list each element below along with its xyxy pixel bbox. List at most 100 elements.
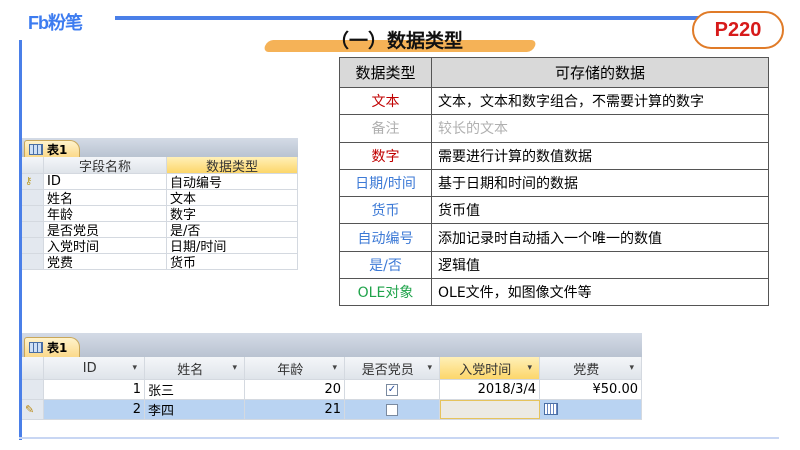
field-name[interactable]: 入党时间 xyxy=(44,238,167,253)
header-type: 数据类型 xyxy=(339,57,432,88)
design-header-row: 字段名称 数据类型 xyxy=(22,157,298,174)
field-name[interactable]: 党费 xyxy=(44,254,167,269)
design-view-window: 表1 字段名称 数据类型 ⚷ ID 自动编号 姓名 文本 年龄 数字 是否党员 是/否 入党时间日… xyxy=(22,138,298,278)
dropdown-arrow-icon[interactable]: ▾ xyxy=(332,363,341,373)
datasheet-row[interactable]: 1 张三 20 ✓ 2018/3/4 ¥50.00 xyxy=(22,380,642,400)
date-cell[interactable]: 2018/3/4 xyxy=(440,380,540,399)
type-cell: 备注 xyxy=(339,114,432,143)
desc-cell: 较长的文本 xyxy=(431,114,769,143)
field-type[interactable]: 货币 xyxy=(167,254,298,269)
field-type[interactable]: 自动编号 xyxy=(167,174,298,189)
type-cell: OLE对象 xyxy=(339,278,432,307)
datasheet-window: 表1 ID ▾ 姓名 ▾ 年龄 ▾ 是否党员 ▾ 入党时间 ▾ 党费 ▾ 1 张三 20 ✓ 2018/3/4… xyxy=(22,333,642,425)
member-checkbox[interactable] xyxy=(386,403,398,416)
row-selector[interactable] xyxy=(22,254,44,269)
id-cell[interactable]: 2 xyxy=(44,400,145,419)
name-cell[interactable]: 李四 xyxy=(145,400,245,419)
date-cell[interactable] xyxy=(440,400,540,419)
data-types-table: 数据类型 可存储的数据 文本 文本，文本和数字组合，不需要计算的数字 备注 较长的文本… xyxy=(339,57,769,307)
dropdown-arrow-icon[interactable]: ▾ xyxy=(132,363,141,373)
header-divider xyxy=(115,16,705,20)
age-cell[interactable]: 21 xyxy=(245,400,345,419)
column-label: 姓名 xyxy=(177,362,204,378)
edit-pencil-icon[interactable]: ✎ xyxy=(22,400,44,419)
column-header[interactable]: ID ▾ xyxy=(44,357,145,379)
column-label: 年龄 xyxy=(277,362,304,378)
column-header[interactable]: 是否党员 ▾ xyxy=(345,357,440,379)
design-row[interactable]: 党费 货币 xyxy=(22,254,298,270)
table-row: 备注 较长的文本 xyxy=(339,114,769,143)
datasheet-row[interactable]: ✎ 2 李四 21 xyxy=(22,400,642,420)
field-type[interactable]: 是/否 xyxy=(167,222,298,237)
slide-title: （一）数据类型 xyxy=(330,30,464,52)
column-header[interactable]: 党费 ▾ xyxy=(540,357,642,379)
row-selector[interactable] xyxy=(22,190,44,205)
table-tab[interactable]: 表1 xyxy=(24,140,81,157)
field-name[interactable]: 是否党员 xyxy=(44,222,167,237)
select-all[interactable] xyxy=(22,357,44,379)
table-header-row: 数据类型 可存储的数据 xyxy=(339,57,769,88)
primary-key-icon[interactable]: ⚷ xyxy=(22,174,44,189)
age-cell[interactable]: 20 xyxy=(245,380,345,399)
type-cell: 自动编号 xyxy=(339,223,432,252)
field-name[interactable]: ID xyxy=(44,174,167,189)
type-cell: 数字 xyxy=(339,141,432,170)
header-data-type: 数据类型 xyxy=(167,157,298,173)
table-row: 文本 文本，文本和数字组合，不需要计算的数字 xyxy=(339,86,769,116)
desc-cell: 基于日期和时间的数据 xyxy=(431,168,769,198)
datasheet-header-row: ID ▾ 姓名 ▾ 年龄 ▾ 是否党员 ▾ 入党时间 ▾ 党费 ▾ xyxy=(22,357,642,380)
table-tab[interactable]: 表1 xyxy=(24,337,81,357)
dropdown-arrow-icon[interactable]: ▾ xyxy=(629,363,638,373)
design-row-empty[interactable] xyxy=(22,270,298,286)
table-row: 日期/时间 基于日期和时间的数据 xyxy=(339,168,769,198)
row-selector[interactable] xyxy=(22,222,44,237)
table-row: 数字 需要进行计算的数值数据 xyxy=(339,141,769,170)
column-header[interactable]: 年龄 ▾ xyxy=(245,357,345,379)
design-row[interactable]: 入党时间 日期/时间 xyxy=(22,238,298,254)
column-label: ID xyxy=(82,360,97,376)
desc-cell: 货币值 xyxy=(431,196,769,225)
name-cell[interactable]: 张三 xyxy=(145,380,245,399)
member-checkbox[interactable]: ✓ xyxy=(386,383,398,396)
field-name[interactable]: 年龄 xyxy=(44,206,167,221)
row-selector[interactable] xyxy=(22,206,44,221)
fee-cell[interactable]: ¥50.00 xyxy=(540,380,642,399)
field-type[interactable]: 日期/时间 xyxy=(167,238,298,253)
header-desc: 可存储的数据 xyxy=(431,57,769,88)
column-header[interactable]: 姓名 ▾ xyxy=(145,357,245,379)
field-type[interactable]: 文本 xyxy=(167,190,298,205)
row-selector[interactable] xyxy=(22,157,44,173)
field-type[interactable]: 数字 xyxy=(167,206,298,221)
bottom-border xyxy=(19,437,779,439)
id-cell[interactable]: 1 xyxy=(44,380,145,399)
type-cell: 是/否 xyxy=(339,250,432,280)
table-icon xyxy=(29,143,43,155)
design-row[interactable]: 年龄 数字 xyxy=(22,206,298,222)
member-cell[interactable]: ✓ xyxy=(345,380,440,399)
desc-cell: 文本，文本和数字组合，不需要计算的数字 xyxy=(431,86,769,116)
tab-label: 表1 xyxy=(47,142,68,157)
row-selector[interactable] xyxy=(22,380,44,399)
page-badge: P220 xyxy=(692,11,784,49)
desc-cell: 添加记录时自动插入一个唯一的数值 xyxy=(431,223,769,252)
column-label: 入党时间 xyxy=(459,362,512,378)
column-label: 是否党员 xyxy=(361,362,414,378)
design-row[interactable]: 姓名 文本 xyxy=(22,190,298,206)
desc-cell: 需要进行计算的数值数据 xyxy=(431,141,769,170)
tab-label: 表1 xyxy=(47,341,68,355)
table-icon xyxy=(29,342,43,353)
dropdown-arrow-icon[interactable]: ▾ xyxy=(527,363,536,373)
row-selector[interactable] xyxy=(22,238,44,253)
table-row: 自动编号 添加记录时自动插入一个唯一的数值 xyxy=(339,223,769,252)
design-row[interactable]: 是否党员 是/否 xyxy=(22,222,298,238)
table-row: 货币 货币值 xyxy=(339,196,769,225)
member-cell[interactable] xyxy=(345,400,440,419)
dropdown-arrow-icon[interactable]: ▾ xyxy=(232,363,241,373)
design-row[interactable]: ⚷ ID 自动编号 xyxy=(22,174,298,190)
dropdown-arrow-icon[interactable]: ▾ xyxy=(427,363,436,373)
column-header[interactable]: 入党时间 ▾ xyxy=(440,357,540,379)
type-cell: 货币 xyxy=(339,196,432,225)
desc-cell: 逻辑值 xyxy=(431,250,769,280)
calendar-picker-icon[interactable] xyxy=(544,403,558,415)
field-name[interactable]: 姓名 xyxy=(44,190,167,205)
